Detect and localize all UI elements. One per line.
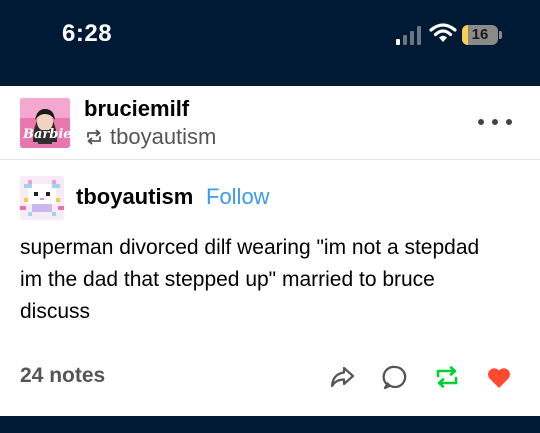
battery-nub (499, 31, 502, 39)
barbie-logo-text: Barbie (22, 127, 70, 142)
more-dot (506, 119, 512, 125)
battery-indicator: 16 (462, 25, 502, 45)
more-dot (492, 119, 498, 125)
pixel-art-avatar-icon (20, 176, 64, 220)
battery-level: 16 (471, 26, 489, 43)
wifi-icon (429, 23, 457, 42)
like-button[interactable] (482, 360, 516, 394)
reblogger-avatar[interactable]: Barbie (20, 98, 70, 148)
post-header: Barbie bruciemilf tboyautism (0, 86, 540, 160)
reblog-icon (87, 129, 101, 145)
source-avatar[interactable] (20, 176, 64, 220)
post-body: superman divorced dilf wearing "im not a… (20, 232, 525, 328)
post-footer: 24 notes (0, 356, 540, 402)
like-heart-icon (488, 368, 510, 388)
bottom-bar (0, 416, 540, 433)
reblogger-username[interactable]: bruciemilf (84, 96, 189, 122)
reply-icon (382, 365, 407, 390)
reply-button[interactable] (378, 360, 412, 394)
post-body-line: im the dad that stepped up" married to b… (20, 268, 435, 291)
barbie-avatar-icon: Barbie (20, 98, 70, 148)
reblog-button[interactable] (430, 360, 464, 394)
status-bar: 6:28 16 (0, 0, 540, 86)
more-options-icon[interactable] (478, 114, 512, 130)
source-row: tboyautism Follow (0, 176, 540, 220)
source-username[interactable]: tboyautism (76, 184, 193, 210)
share-icon (330, 366, 355, 388)
reblog-icon (436, 366, 458, 388)
post-body-line: superman divorced dilf wearing "im not a… (20, 236, 480, 259)
follow-button[interactable]: Follow (206, 184, 270, 210)
post-card: Barbie bruciemilf tboyautism tboyautism … (0, 86, 540, 416)
post-body-line: discuss (20, 300, 91, 323)
cellular-signal-icon (396, 26, 421, 45)
reblogged-from-username: tboyautism (110, 124, 217, 149)
share-button[interactable] (325, 360, 359, 394)
status-time: 6:28 (62, 20, 113, 47)
more-dot (478, 119, 484, 125)
battery-body: 16 (462, 25, 498, 45)
reblogged-from[interactable]: tboyautism (84, 124, 216, 150)
notes-count[interactable]: 24 notes (20, 364, 105, 388)
